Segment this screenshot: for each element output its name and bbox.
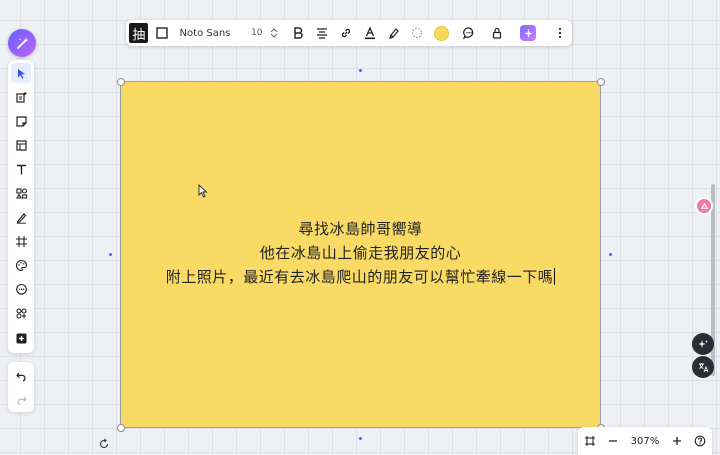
resize-handle-top-right[interactable] [597, 78, 605, 86]
undo-redo-panel [8, 362, 34, 412]
shapes-tool[interactable] [11, 183, 31, 203]
font-size-value[interactable]: 10 [247, 20, 267, 46]
templates-tool[interactable] [11, 87, 31, 107]
text-color-icon [364, 26, 375, 40]
plus-square-icon [16, 333, 26, 343]
zoom-out-icon[interactable] [607, 435, 619, 447]
square-outline-icon [155, 27, 168, 39]
layout-grid-icon [15, 139, 27, 151]
sparkles-icon [697, 339, 708, 348]
palette-icon [15, 259, 27, 271]
connector-point-left[interactable] [109, 253, 112, 256]
formatting-toolbar: 抽 Noto Sans 10 [126, 20, 572, 46]
translate-button[interactable] [692, 356, 714, 378]
select-tool[interactable] [11, 63, 31, 83]
pen-icon [16, 212, 26, 224]
pen-tool[interactable] [11, 207, 31, 227]
note-color-button[interactable] [429, 20, 453, 46]
sticky-note-icon [15, 115, 27, 127]
undo-icon [15, 372, 26, 382]
palette-tool[interactable] [11, 255, 31, 275]
font-glyph-button[interactable]: 抽 [128, 20, 150, 46]
text-tool[interactable] [11, 159, 31, 179]
zoom-level[interactable]: 307% [631, 436, 660, 447]
rotate-icon[interactable] [98, 438, 110, 450]
translate-icon [698, 362, 708, 372]
link-icon [341, 28, 351, 38]
lock-icon [492, 27, 501, 39]
magic-wand-icon [16, 37, 28, 49]
shape-outline-button[interactable] [150, 20, 174, 46]
frame-icon [15, 235, 27, 247]
reaction-icon [700, 202, 708, 209]
ai-assist-button[interactable] [516, 20, 540, 46]
undo-button[interactable] [11, 365, 31, 385]
sticky-note[interactable]: 尋找冰島帥哥嚮導 他在冰島山上偷走我朋友的心 附上照片，最近有去冰島爬山的朋友可… [120, 81, 601, 428]
comment-tool[interactable] [11, 279, 31, 299]
fit-to-screen-icon[interactable] [584, 435, 596, 447]
ai-sparkle-icon [520, 25, 537, 41]
ai-sparkles-button[interactable] [692, 333, 714, 355]
collaborator-avatar[interactable] [695, 197, 713, 215]
mouse-pointer-icon [198, 184, 208, 198]
link-button[interactable] [334, 20, 358, 46]
connector-point-bottom[interactable] [359, 437, 362, 440]
redo-button[interactable] [11, 389, 31, 409]
ai-assistant-button[interactable] [8, 29, 36, 57]
add-more-tool[interactable] [11, 328, 31, 348]
tool-sidebar [8, 60, 34, 353]
note-line-1: 尋找冰島帥哥嚮導 [298, 220, 423, 238]
text-t-icon [16, 164, 26, 174]
chevron-down-icon [270, 33, 278, 38]
resize-handle-bottom-left[interactable] [117, 424, 125, 432]
text-color-button[interactable] [358, 20, 382, 46]
bold-button[interactable] [287, 20, 311, 46]
note-line-3-text: 附上照片，最近有去冰島爬山的朋友可以幫忙牽線一下嗎 [165, 268, 554, 286]
more-options-button[interactable] [548, 20, 572, 46]
connector-point-right[interactable] [609, 253, 612, 256]
highlighter-icon [388, 28, 399, 39]
bold-icon [294, 27, 304, 39]
frame-tool[interactable] [11, 231, 31, 251]
help-icon[interactable] [694, 435, 706, 447]
resize-handle-top-left[interactable] [117, 78, 125, 86]
comment-icon [462, 27, 474, 40]
highlight-button[interactable] [382, 20, 406, 46]
zoom-in-icon[interactable] [671, 435, 683, 447]
more-vertical-icon [558, 27, 562, 39]
add-page-icon [15, 91, 26, 103]
chat-bubble-icon [15, 283, 27, 295]
border-style-button[interactable] [405, 20, 429, 46]
align-button[interactable] [310, 20, 334, 46]
redo-icon [16, 396, 27, 406]
connector-point-top[interactable] [359, 69, 362, 72]
lock-button[interactable] [485, 20, 509, 46]
dotted-circle-icon [412, 27, 423, 39]
text-caret [554, 268, 556, 285]
comment-button[interactable] [457, 20, 481, 46]
integrations-tool[interactable] [11, 303, 31, 323]
sticky-note-text[interactable]: 尋找冰島帥哥嚮導 他在冰島山上偷走我朋友的心 附上照片，最近有去冰島爬山的朋友可… [121, 217, 600, 289]
glyph-preview: 抽 [129, 23, 149, 43]
font-family-dropdown[interactable]: Noto Sans [174, 20, 247, 46]
apps-icon [15, 307, 27, 319]
shapes-icon [15, 187, 27, 199]
cursor-arrow-icon [17, 68, 25, 79]
note-line-2: 他在冰島山上偷走我朋友的心 [259, 244, 462, 262]
zoom-controls: 307% [578, 427, 712, 455]
note-line-3: 附上照片，最近有去冰島爬山的朋友可以幫忙牽線一下嗎 [121, 265, 600, 289]
layout-tool[interactable] [11, 135, 31, 155]
sticky-note-tool[interactable] [11, 111, 31, 131]
color-swatch [433, 25, 449, 41]
font-size-stepper[interactable] [267, 20, 281, 46]
align-center-icon [317, 28, 328, 39]
